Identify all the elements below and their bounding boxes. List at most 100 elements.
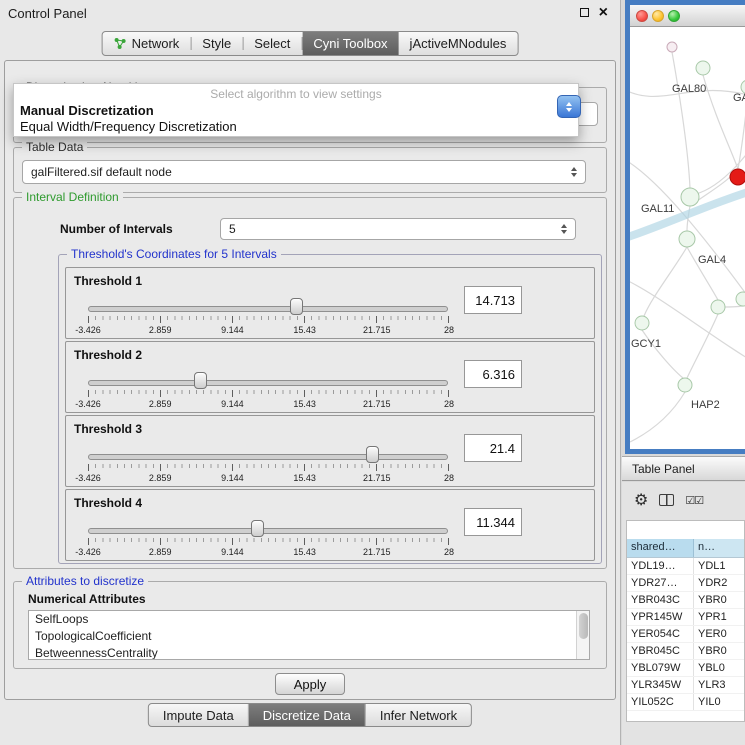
- table-row[interactable]: YER054CYER0: [627, 626, 744, 643]
- table-cell[interactable]: YBR043C: [627, 592, 694, 608]
- table-cell[interactable]: YBR0: [694, 592, 744, 608]
- select-columns-icon[interactable]: ☑☑: [685, 494, 703, 507]
- table-cell[interactable]: YER0: [694, 626, 744, 642]
- network-node[interactable]: [679, 231, 695, 247]
- threshold-slider[interactable]: -3.426 2.859 9.144 15.43 21.715 28: [88, 368, 449, 412]
- table-row[interactable]: YIL052CYIL0: [627, 694, 744, 711]
- group-title: Table Data: [22, 140, 87, 154]
- tab-label: jActiveMNodules: [410, 36, 507, 51]
- selected-network-node[interactable]: [730, 169, 745, 185]
- menu-item-equal-width-frequency[interactable]: Equal Width/Frequency Discretization: [14, 119, 578, 134]
- zoom-traffic-light-icon[interactable]: [668, 10, 680, 22]
- gear-icon[interactable]: ⚙: [634, 492, 648, 508]
- slider-track[interactable]: [88, 380, 448, 386]
- slider-ticks: [88, 316, 449, 323]
- table-row[interactable]: YDL19…YDL1: [627, 558, 744, 575]
- threshold-slider[interactable]: -3.426 2.859 9.144 15.43 21.715 28: [88, 442, 449, 486]
- table-row[interactable]: YDR27…YDR2: [627, 575, 744, 592]
- minimize-traffic-light-icon[interactable]: [652, 10, 664, 22]
- network-node[interactable]: [736, 292, 745, 306]
- list-item[interactable]: SelfLoops: [29, 611, 589, 628]
- slider-thumb[interactable]: [366, 446, 379, 463]
- network-node[interactable]: [711, 300, 725, 314]
- column-header-name[interactable]: n…: [694, 539, 744, 557]
- table-cell[interactable]: YBL079W: [627, 660, 694, 676]
- scale-label: 21.715: [363, 547, 391, 557]
- threshold-slider[interactable]: -3.426 2.859 9.144 15.43 21.715 28: [88, 294, 449, 338]
- tab-network[interactable]: Network: [103, 32, 191, 55]
- table-data-combo[interactable]: galFiltered.sif default node: [22, 160, 586, 184]
- apply-button[interactable]: Apply: [275, 673, 345, 695]
- tab-select[interactable]: Select: [243, 32, 301, 55]
- slider-track[interactable]: [88, 528, 448, 534]
- tab-impute-data[interactable]: Impute Data: [149, 704, 248, 726]
- tab-jactivemnodules[interactable]: jActiveMNodules: [399, 32, 518, 55]
- table-cell[interactable]: YDR2: [694, 575, 744, 591]
- tab-label: Cyni Toolbox: [313, 36, 387, 51]
- combo-stepper-button[interactable]: [557, 95, 581, 118]
- list-item[interactable]: TopologicalCoefficient: [29, 628, 589, 645]
- table-row[interactable]: YBR043CYBR0: [627, 592, 744, 609]
- table-cell[interactable]: YBR0: [694, 643, 744, 659]
- slider-thumb[interactable]: [194, 372, 207, 389]
- network-canvas[interactable]: GAL80 GA GAL11 GAL4 GCY1 HAP2: [630, 27, 745, 448]
- slider-track[interactable]: [88, 454, 448, 460]
- scrollbar[interactable]: [576, 611, 589, 659]
- tab-style[interactable]: Style: [191, 32, 242, 55]
- network-window-titlebar[interactable]: [630, 5, 745, 27]
- table-cell[interactable]: YIL0: [694, 694, 744, 710]
- column-header-shared-name[interactable]: shared…: [627, 539, 694, 557]
- table-cell[interactable]: YER054C: [627, 626, 694, 642]
- network-node[interactable]: [681, 188, 699, 206]
- table-row[interactable]: YBL079WYBL0: [627, 660, 744, 677]
- table-cell[interactable]: YLR3: [694, 677, 744, 693]
- slider-thumb[interactable]: [290, 298, 303, 315]
- scale-label: -3.426: [75, 473, 101, 483]
- table-cell[interactable]: YDL1: [694, 558, 744, 574]
- table-row[interactable]: YBR045CYBR0: [627, 643, 744, 660]
- node-label: HAP2: [691, 399, 720, 411]
- close-traffic-light-icon[interactable]: [636, 10, 648, 22]
- table-panel-header[interactable]: Table Panel: [622, 456, 745, 481]
- network-node[interactable]: [667, 42, 677, 52]
- network-node[interactable]: [678, 378, 692, 392]
- network-icon: [114, 37, 127, 50]
- table-cell[interactable]: YBL0: [694, 660, 744, 676]
- network-node[interactable]: [696, 61, 710, 75]
- threshold-value-field[interactable]: 14.713: [464, 286, 522, 314]
- columns-icon[interactable]: [659, 494, 674, 506]
- slider-track[interactable]: [88, 306, 448, 312]
- table-cell[interactable]: YLR345W: [627, 677, 694, 693]
- table-data-group: Table Data galFiltered.sif default node: [13, 147, 607, 193]
- scale-label: 21.715: [363, 399, 391, 409]
- table-row[interactable]: YPR145WYPR1: [627, 609, 744, 626]
- threshold-value-field[interactable]: 21.4: [464, 434, 522, 462]
- scale-label: -3.426: [75, 399, 101, 409]
- float-window-icon[interactable]: [580, 8, 589, 17]
- table-cell[interactable]: YPR1: [694, 609, 744, 625]
- table-cell[interactable]: YDL19…: [627, 558, 694, 574]
- threshold-value-field[interactable]: 11.344: [464, 508, 522, 536]
- table-cell[interactable]: YIL052C: [627, 694, 694, 710]
- table-cell[interactable]: YBR045C: [627, 643, 694, 659]
- network-node[interactable]: [635, 316, 649, 330]
- table-row[interactable]: YLR345WYLR3: [627, 677, 744, 694]
- scale-label: 9.144: [221, 473, 244, 483]
- threshold-row: Threshold 3 -3.426 2.859 9.144 15.43 21.…: [65, 415, 595, 487]
- numerical-attributes-list[interactable]: SelfLoops TopologicalCoefficient Between…: [28, 610, 590, 660]
- tab-discretize-data[interactable]: Discretize Data: [248, 704, 365, 726]
- menu-item-manual-discretization[interactable]: Manual Discretization: [14, 103, 578, 118]
- table-cell[interactable]: YPR145W: [627, 609, 694, 625]
- slider-thumb[interactable]: [251, 520, 264, 537]
- tab-infer-network[interactable]: Infer Network: [365, 704, 471, 726]
- screen: Control Panel × Network Style Select: [0, 0, 745, 745]
- scale-label: -3.426: [75, 547, 101, 557]
- table-cell[interactable]: YDR27…: [627, 575, 694, 591]
- threshold-slider[interactable]: -3.426 2.859 9.144 15.43 21.715 28: [88, 516, 449, 560]
- tab-cyni-toolbox[interactable]: Cyni Toolbox: [302, 32, 398, 55]
- num-intervals-combo[interactable]: 5: [220, 218, 576, 240]
- threshold-value-field[interactable]: 6.316: [464, 360, 522, 388]
- close-icon[interactable]: ×: [599, 7, 608, 18]
- list-item[interactable]: BetweennessCentrality: [29, 645, 589, 660]
- scrollbar-thumb[interactable]: [579, 613, 588, 639]
